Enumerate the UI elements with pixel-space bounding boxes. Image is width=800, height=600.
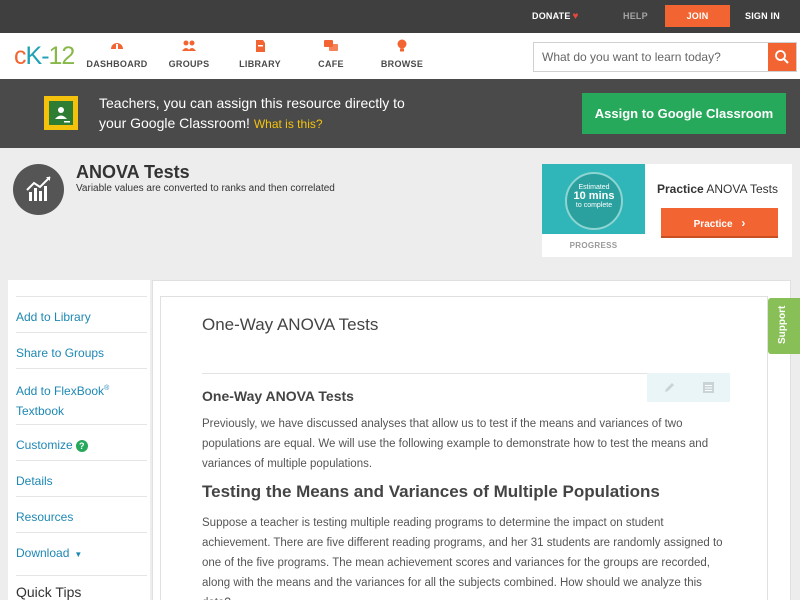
- notes-icon[interactable]: [702, 381, 715, 394]
- donate-link[interactable]: DONATE ♥: [532, 0, 579, 33]
- intro-paragraph: Previously, we have discussed analyses t…: [202, 418, 709, 470]
- library-icon: [256, 40, 265, 52]
- sign-in-link[interactable]: SIGN IN: [745, 0, 780, 33]
- pencil-icon[interactable]: [663, 381, 676, 394]
- nav-library[interactable]: LIBRARY: [225, 39, 295, 69]
- nav-groups-label: GROUPS: [168, 59, 210, 69]
- section-heading: One-Way ANOVA Tests: [202, 388, 354, 404]
- download-link[interactable]: Download ▼: [16, 532, 147, 565]
- chart-trend-icon: [26, 176, 51, 201]
- heart-icon: ♥: [572, 11, 579, 22]
- groups-icon: [182, 40, 196, 51]
- search-box: [533, 42, 797, 72]
- search-input[interactable]: [534, 43, 768, 71]
- practice-button[interactable]: Practice ›: [661, 208, 778, 238]
- nav-library-label: LIBRARY: [239, 59, 281, 69]
- nav-cafe-label: CAFE: [318, 59, 344, 69]
- note-tools: [647, 373, 730, 402]
- practice-image: Estimated 10 mins to complete: [542, 164, 645, 234]
- nav-browse[interactable]: BROWSE: [367, 39, 437, 69]
- practice-card: Estimated 10 mins to complete PROGRESS P…: [542, 164, 792, 257]
- ck12-logo[interactable]: cK-12: [14, 41, 75, 71]
- concept-title: ANOVA Tests: [76, 162, 190, 182]
- sub-heading: Testing the Means and Variances of Multi…: [202, 482, 660, 501]
- add-to-flexbook-link[interactable]: Add to FlexBook® Textbook: [16, 368, 147, 421]
- quick-tips-heading[interactable]: Quick Tips: [16, 575, 147, 600]
- example-paragraph: Suppose a teacher is testing multiple re…: [202, 517, 723, 600]
- caret-down-icon: ▼: [74, 550, 83, 559]
- lesson-heading: One-Way ANOVA Tests: [202, 315, 379, 334]
- concept-icon: [13, 164, 64, 215]
- what-is-this-link[interactable]: What is this?: [254, 117, 323, 131]
- chevron-right-icon: ›: [741, 216, 746, 230]
- banner-message: Teachers, you can assign this resource d…: [99, 93, 429, 134]
- nav-cafe[interactable]: CAFE: [296, 39, 366, 69]
- help-link[interactable]: HELP: [623, 0, 648, 33]
- nav-browse-label: BROWSE: [380, 59, 424, 69]
- nav-dashboard[interactable]: DASHBOARD: [82, 39, 152, 69]
- add-to-library-link[interactable]: Add to Library: [16, 296, 147, 327]
- search-button[interactable]: [768, 43, 796, 71]
- help-icon[interactable]: ?: [75, 439, 88, 452]
- concept-subtitle: Variable values are converted to ranks a…: [76, 183, 335, 194]
- left-sidebar: Add to Library Share to Groups Add to Fl…: [8, 280, 150, 600]
- search-icon: [775, 50, 789, 64]
- practice-title: Practice ANOVA Tests: [657, 182, 778, 196]
- customize-link[interactable]: Customize?: [16, 424, 147, 455]
- top-utility-bar: DONATE ♥ HELP JOIN SIGN IN: [0, 0, 800, 33]
- assign-google-classroom-button[interactable]: Assign to Google Classroom: [582, 93, 786, 134]
- dashboard-icon: [111, 43, 123, 49]
- cafe-icon: [324, 40, 338, 51]
- banner-text: Teachers, you can assign this resource d…: [99, 95, 405, 131]
- support-tab[interactable]: Support: [768, 298, 800, 354]
- details-link[interactable]: Details: [16, 460, 147, 491]
- progress-label: PROGRESS: [569, 241, 618, 250]
- join-button[interactable]: JOIN: [665, 5, 730, 27]
- resources-link[interactable]: Resources: [16, 496, 147, 527]
- nav-groups[interactable]: GROUPS: [154, 39, 224, 69]
- main-navigation: cK-12 DASHBOARD GROUPS LIBRARY CAFE BROW…: [0, 33, 800, 79]
- time-estimate: Estimated 10 mins to complete: [573, 184, 615, 209]
- google-classroom-icon: [44, 96, 78, 130]
- nav-dashboard-label: DASHBOARD: [86, 59, 148, 69]
- browse-icon: [397, 39, 407, 52]
- share-to-groups-link[interactable]: Share to Groups: [16, 332, 147, 363]
